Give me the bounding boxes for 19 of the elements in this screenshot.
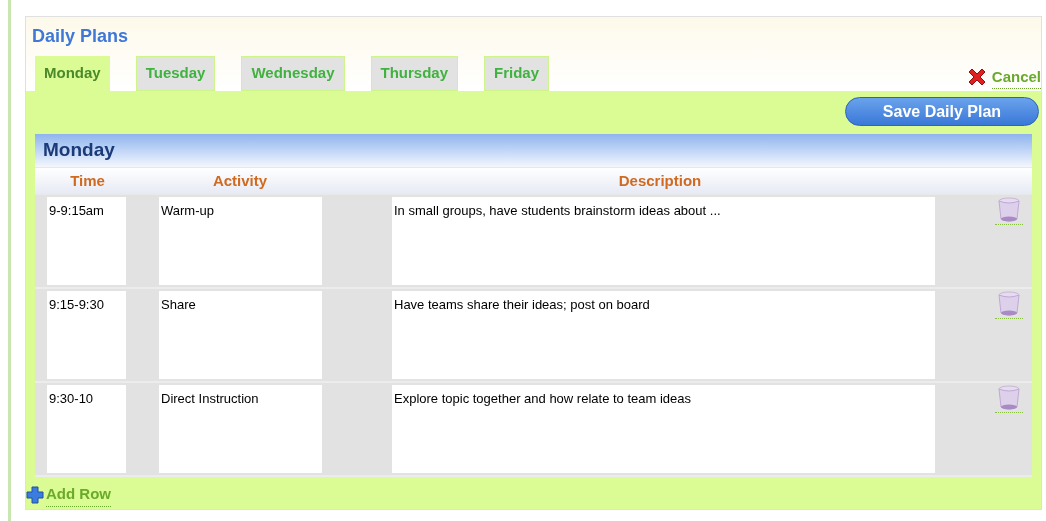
trash-icon[interactable] — [997, 291, 1021, 317]
column-header: Time — [70, 170, 105, 191]
time-field[interactable]: 9-9:15am — [47, 197, 126, 285]
day-heading: Monday — [35, 134, 1032, 167]
description-field[interactable]: Have teams share their ideas; post on board — [392, 291, 935, 379]
page-title: Daily Plans — [32, 25, 130, 48]
column-header: Activity — [212, 170, 268, 191]
activity-field[interactable]: Warm-up — [159, 197, 322, 285]
time-field[interactable]: 9:30-10 — [47, 385, 126, 473]
description-field[interactable]: In small groups, have students brainstorm ideas about ... — [392, 197, 935, 285]
day-tab[interactable]: Monday — [35, 56, 110, 91]
activity-field[interactable]: Direct Instruction — [159, 385, 322, 473]
plus-icon[interactable] — [26, 485, 44, 504]
trash-icon[interactable] — [997, 197, 1021, 223]
activity-field[interactable]: Share — [159, 291, 322, 379]
time-field[interactable]: 9:15-9:30 — [47, 291, 126, 379]
column-header: Description — [618, 170, 702, 191]
trash-icon[interactable] — [997, 385, 1021, 411]
description-field[interactable]: Explore topic together and how relate to team ideas — [392, 385, 935, 473]
